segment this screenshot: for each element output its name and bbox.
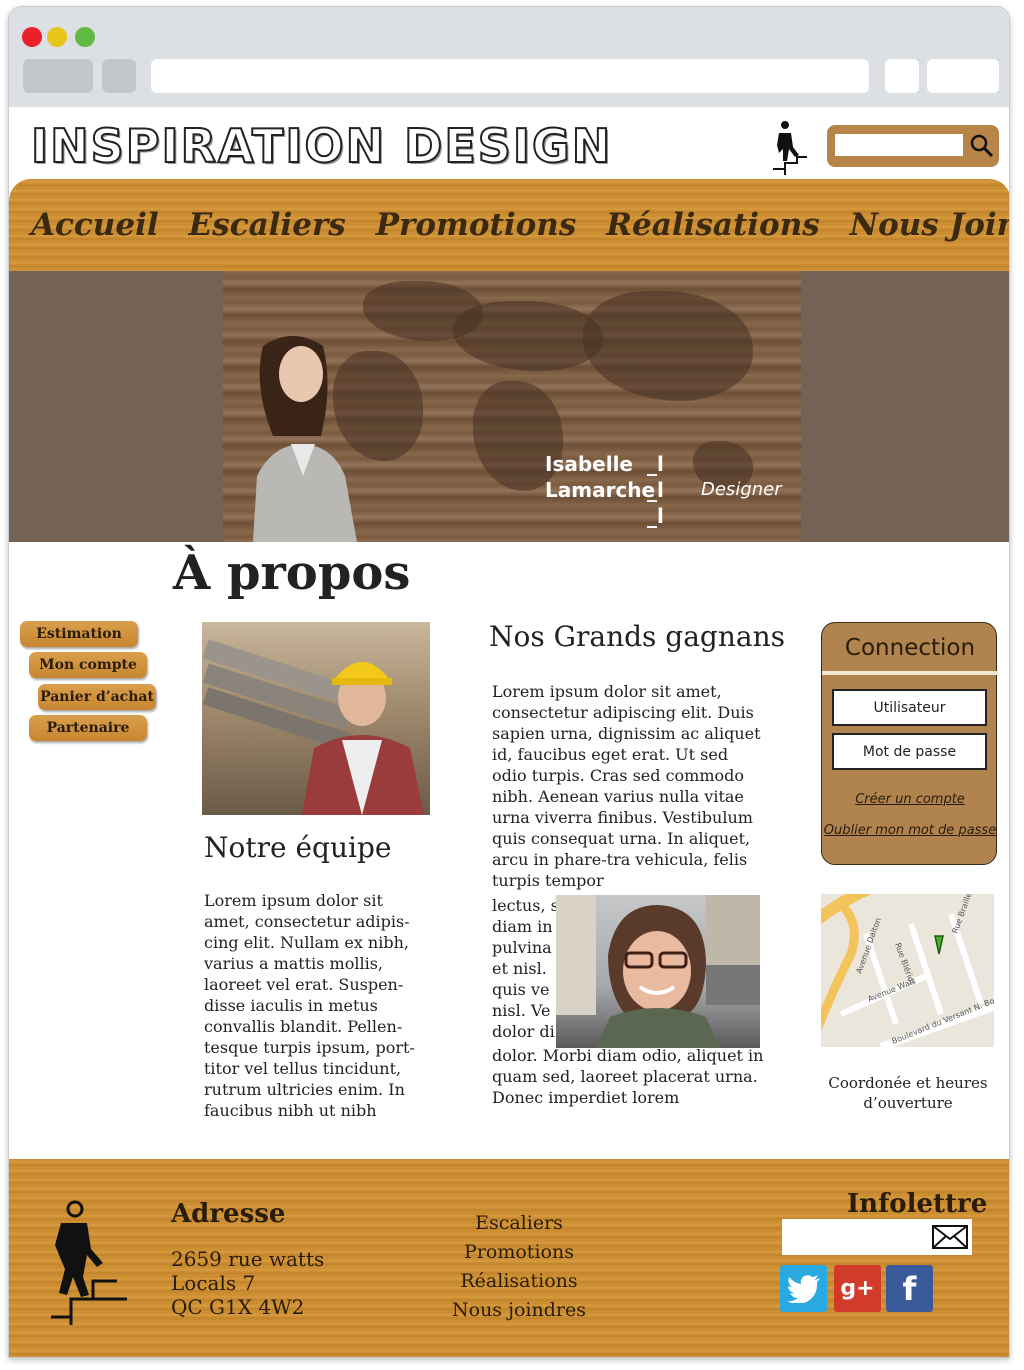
newsletter-input[interactable] — [782, 1219, 972, 1255]
main-nav: Accueil Escaliers Promotions Réalisation… — [9, 179, 1009, 271]
winners-wrap-line: et nisl. — [492, 959, 547, 978]
twitter-bird-glyph — [786, 1274, 820, 1303]
winners-text-bottom: dolor. Morbi diam odio, aliquet in quam … — [492, 1046, 764, 1107]
hero-name-first: Isabelle — [545, 452, 633, 476]
hero-banner: Isabelle Lamarche _l _l _l Designer — [9, 271, 1009, 542]
winners-wrap-line: quis ve — [492, 980, 550, 999]
team-text: Lorem ipsum dolor sit amet, consectetur … — [204, 891, 415, 1120]
close-window-button[interactable] — [22, 27, 42, 47]
winners-wrap-line: pulvina — [492, 938, 552, 957]
hero-decor-marks: _l _l _l — [647, 452, 664, 528]
worker-illustration — [202, 639, 424, 815]
footer-link-escaliers[interactable]: Escaliers — [429, 1209, 609, 1238]
login-title: Connection — [844, 635, 976, 661]
browser-chrome — [9, 7, 1009, 107]
footer-link-promotions[interactable]: Promotions — [429, 1238, 609, 1267]
footer-links: Escaliers Promotions Réalisations Nous j… — [429, 1209, 609, 1325]
map-shape — [453, 301, 603, 371]
sidebar-item-partenaire[interactable]: Partenaire — [29, 715, 147, 741]
address-line: QC G1X 4W2 — [171, 1295, 305, 1319]
forgot-password-link[interactable]: Oublier mon mot de passe — [822, 823, 998, 838]
twitter-icon[interactable] — [780, 1265, 827, 1312]
hero-designer-name: Isabelle Lamarche — [545, 451, 655, 503]
hero-name-last: Lamarche — [545, 478, 656, 502]
footer-address-title: Adresse — [171, 1199, 286, 1229]
winners-wrap-line: dolor di — [492, 1022, 555, 1041]
newsletter-title: Infolettre — [847, 1189, 988, 1219]
hero-designer-role: Designer — [701, 479, 782, 500]
username-field[interactable]: Utilisateur — [832, 689, 987, 726]
location-map[interactable]: Rue Braille Rue Blériot Avenue Dalton Av… — [821, 894, 994, 1047]
back-button[interactable] — [23, 59, 93, 93]
mail-icon[interactable] — [932, 1225, 968, 1249]
minimize-window-button[interactable] — [47, 27, 67, 47]
address-line: 2659 rue watts — [171, 1247, 325, 1271]
winner-photo — [556, 895, 760, 1048]
winners-text-top: Lorem ipsum dolor sit amet, consectetur … — [492, 682, 761, 890]
map-shape — [583, 291, 753, 401]
sidebar-item-panier[interactable]: Panier d’achat — [38, 684, 156, 710]
footer-address: 2659 rue watts Locals 7 QC G1X 4W2 — [171, 1247, 324, 1319]
search-icon[interactable] — [967, 131, 995, 159]
address-line: Locals 7 — [171, 1271, 256, 1295]
map-graphic: Rue Braille Rue Blériot Avenue Dalton Av… — [821, 894, 994, 1047]
create-account-link[interactable]: Créer un compte — [822, 792, 998, 807]
team-title: Notre équipe — [204, 831, 392, 864]
stair-climber-icon — [773, 121, 807, 175]
nav-item-nous-joindre[interactable]: Nous Joindre — [850, 207, 1009, 243]
page-title: À propos — [173, 545, 411, 601]
nav-item-escaliers[interactable]: Escaliers — [189, 207, 346, 243]
google-plus-icon[interactable]: g+ — [834, 1265, 881, 1312]
team-photo — [202, 622, 430, 815]
hero-image: Isabelle Lamarche _l _l _l Designer — [223, 271, 801, 542]
winners-wrap-line: diam in — [492, 917, 553, 936]
login-panel: Connection Utilisateur Mot de passe Crée… — [821, 622, 998, 865]
footer-link-nous-joindres[interactable]: Nous joindres — [429, 1296, 609, 1325]
browser-window: INSPIRATION DESIGN Accueil Escaliers Pro… — [8, 6, 1010, 1358]
sidebar-item-estimation[interactable]: Estimation — [20, 621, 138, 647]
password-field[interactable]: Mot de passe — [832, 733, 987, 770]
winners-wrap-line: lectus, s — [492, 896, 559, 915]
winner-illustration — [556, 895, 760, 1048]
site-logo[interactable]: INSPIRATION DESIGN — [30, 118, 612, 174]
nav-item-accueil[interactable]: Accueil — [31, 207, 159, 243]
winners-title: Nos Grands gagnans — [489, 620, 785, 653]
maximize-window-button[interactable] — [75, 27, 95, 47]
sidebar-item-mon-compte[interactable]: Mon compte — [29, 652, 147, 678]
stair-climber-icon — [51, 1200, 127, 1325]
portrait-woman — [253, 336, 357, 542]
facebook-icon[interactable]: f — [886, 1265, 933, 1312]
footer-link-realisations[interactable]: Réalisations — [429, 1267, 609, 1296]
address-bar[interactable] — [151, 59, 869, 93]
nav-item-promotions[interactable]: Promotions — [376, 207, 577, 243]
search-input[interactable] — [835, 134, 963, 156]
winners-wrap-line: nisl. Ve — [492, 1001, 551, 1020]
login-divider — [822, 671, 998, 675]
browser-action-button[interactable] — [885, 59, 919, 93]
winners-text-wrap: lectus, s diam in pulvina et nisl. quis … — [492, 895, 562, 1042]
forward-button[interactable] — [102, 59, 136, 93]
map-caption: Coordonée et heures d’ouverture — [828, 1074, 988, 1112]
browser-menu-button[interactable] — [927, 59, 999, 93]
site-footer: Adresse 2659 rue watts Locals 7 QC G1X 4… — [9, 1159, 1009, 1357]
search-box — [827, 125, 999, 167]
nav-item-realisations[interactable]: Réalisations — [606, 207, 819, 243]
